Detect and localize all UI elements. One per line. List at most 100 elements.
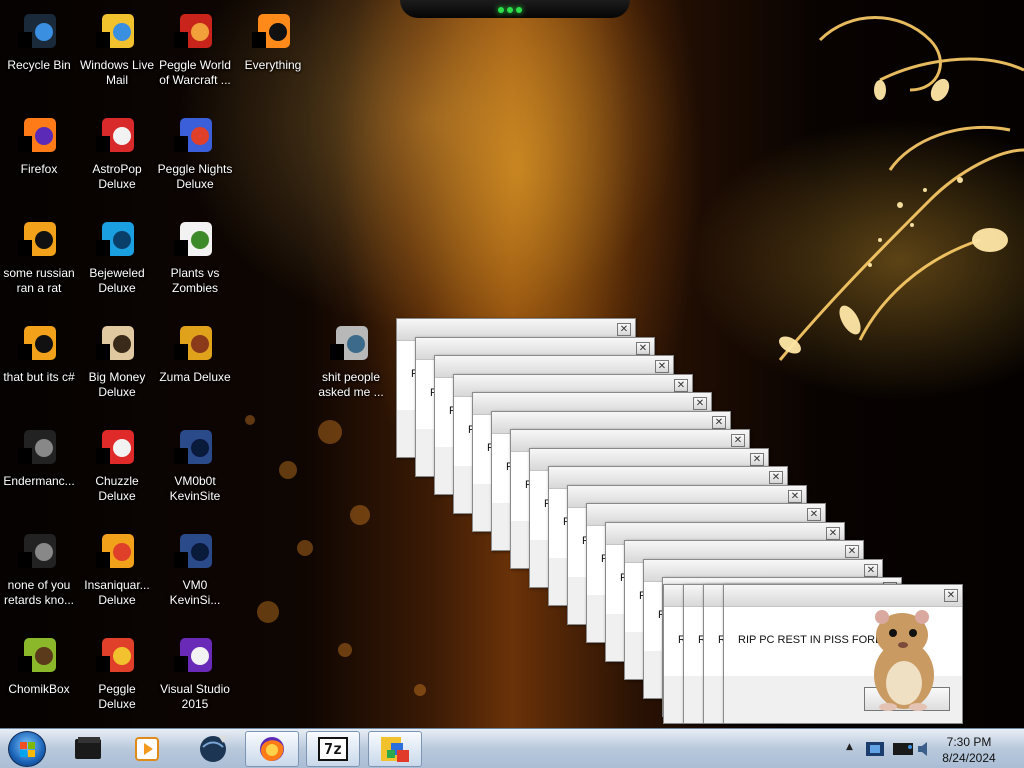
- top-notch-decoration: [400, 0, 630, 18]
- dialog-close-button[interactable]: ✕: [731, 434, 745, 447]
- dialog-close-button[interactable]: ✕: [674, 379, 688, 392]
- desktop-icon-label: Plants vs Zombies: [170, 266, 220, 295]
- desktop-icon[interactable]: Peggle Deluxe: [78, 628, 156, 712]
- desktop-icon-label: Peggle Deluxe: [98, 682, 136, 711]
- astropop-icon: [96, 118, 134, 152]
- taskbar-file-manager[interactable]: [62, 731, 116, 767]
- desktop-icon-label: some russian ran a rat: [3, 266, 75, 295]
- application-icon: [18, 534, 56, 568]
- desktop-icon-label: shit people asked me ...: [318, 370, 384, 399]
- desktop-icon-label: AstroPop Deluxe: [92, 162, 142, 191]
- desktop-icon[interactable]: shit people asked me ...: [312, 316, 390, 400]
- desktop-icon-label: Recycle Bin: [7, 58, 71, 72]
- windows-live-mail-icon: [96, 14, 134, 48]
- desktop-icon[interactable]: Windows Live Mail: [78, 4, 156, 88]
- desktop-icon[interactable]: none of you retards kno...: [0, 524, 78, 608]
- notch-light: [516, 7, 522, 13]
- desktop-icon-label: none of you retards kno...: [3, 578, 75, 607]
- insaniquarium-icon: [96, 534, 134, 568]
- desktop-icon[interactable]: Plants vs Zombies: [156, 212, 234, 296]
- folder-icon: [330, 326, 368, 360]
- desktop-icon[interactable]: Firefox: [0, 108, 78, 177]
- desktop-icon-label: Visual Studio 2015: [160, 682, 230, 711]
- desktop-icon-label: Insaniquar... Deluxe: [84, 578, 150, 607]
- desktop-icon[interactable]: VM0b0t KevinSite: [156, 420, 234, 504]
- dialog-close-button[interactable]: ✕: [944, 589, 958, 602]
- start-button[interactable]: [8, 731, 46, 767]
- peggle-nights-icon: [174, 118, 212, 152]
- shortcut-icon: [18, 326, 56, 360]
- dialog-close-button[interactable]: ✕: [712, 416, 726, 429]
- desktop-icon[interactable]: Insaniquar... Deluxe: [78, 524, 156, 608]
- taskbar-globe[interactable]: [186, 731, 240, 767]
- system-tray: ▲ 7:30 PM 8/24/2024: [840, 729, 1024, 768]
- file-manager-icon: [75, 737, 101, 759]
- desktop-icon-label: Windows Live Mail: [79, 58, 155, 87]
- chomikbox-icon: [18, 638, 56, 672]
- dialog-close-button[interactable]: ✕: [807, 508, 821, 521]
- clock[interactable]: 7:30 PM 8/24/2024: [932, 734, 1006, 766]
- desktop-icon[interactable]: Recycle Bin: [0, 4, 78, 73]
- desktop-icon[interactable]: Peggle World of Warcraft ...: [156, 4, 234, 88]
- dialog-close-button[interactable]: ✕: [655, 360, 669, 373]
- desktop-icon[interactable]: Zuma Deluxe: [156, 316, 234, 385]
- desktop-icon-label: Zuma Deluxe: [159, 370, 231, 384]
- desktop-icon[interactable]: Everything: [234, 4, 312, 73]
- taskbar-7zip[interactable]: 7z: [306, 731, 360, 767]
- desktop-icon-label: Big Money Deluxe: [88, 370, 146, 399]
- peggle-wow-icon: [174, 14, 212, 48]
- taskbar-media-player[interactable]: [120, 731, 174, 767]
- dialog-close-button[interactable]: ✕: [845, 545, 859, 558]
- desktop-icon-label: VM0b0t KevinSite: [169, 474, 221, 503]
- desktop-icon-label: Peggle Nights Deluxe: [157, 162, 233, 191]
- firefox-icon: [18, 118, 56, 152]
- vm-icon: [174, 534, 212, 568]
- desktop-icon[interactable]: Chuzzle Deluxe: [78, 420, 156, 504]
- dialog-close-button[interactable]: ✕: [769, 471, 783, 484]
- taskbar-app[interactable]: [368, 731, 422, 767]
- desktop-icon[interactable]: Endermanc...: [0, 420, 78, 489]
- everything-search-icon: [252, 14, 290, 48]
- desktop-icon-label: Peggle World of Warcraft ...: [159, 58, 231, 87]
- windows-logo-icon: [20, 742, 35, 757]
- 7zip-icon: 7z: [318, 737, 348, 761]
- desktop-icon[interactable]: that but its c#: [0, 316, 78, 385]
- firefox-icon: [260, 737, 284, 761]
- desktop-icon[interactable]: Bejeweled Deluxe: [78, 212, 156, 296]
- network-icon[interactable]: [864, 738, 890, 760]
- device-icon[interactable]: [890, 738, 916, 760]
- desktop-icon[interactable]: Big Money Deluxe: [78, 316, 156, 400]
- desktop-icon-label: VM0 KevinSi...: [169, 578, 221, 607]
- taskbar-firefox[interactable]: [245, 731, 299, 767]
- dialog-close-button[interactable]: ✕: [788, 490, 802, 503]
- hamster-image: [874, 610, 934, 711]
- bejeweled-icon: [96, 222, 134, 256]
- desktop-icon[interactable]: Visual Studio 2015: [156, 628, 234, 712]
- desktop-icon[interactable]: AstroPop Deluxe: [78, 108, 156, 192]
- show-hidden-icons-button[interactable]: ▲: [846, 742, 853, 752]
- visual-studio-icon: [174, 638, 212, 672]
- desktop-icon[interactable]: ChomikBox: [0, 628, 78, 697]
- message-dialog[interactable]: ✕ RIP PC REST IN PISS FOREVER: [723, 584, 963, 724]
- desktop-icon[interactable]: VM0 KevinSi...: [156, 524, 234, 608]
- taskbar: 7z ▲ 7:30 PM 8/24/2024: [0, 728, 1024, 768]
- desktop-icon[interactable]: some russian ran a rat: [0, 212, 78, 296]
- desktop-icon-label: Firefox: [20, 162, 58, 176]
- dialog-close-button[interactable]: ✕: [864, 564, 878, 577]
- notch-light: [507, 7, 513, 13]
- desktop-icon-label: Everything: [244, 58, 302, 72]
- dialog-close-button[interactable]: ✕: [826, 527, 840, 540]
- big-money-icon: [96, 326, 134, 360]
- clock-date: 8/24/2024: [942, 751, 996, 765]
- shortcut-icon: [18, 222, 56, 256]
- dialog-close-button[interactable]: ✕: [693, 397, 707, 410]
- dialog-close-button[interactable]: ✕: [636, 342, 650, 355]
- vm-icon: [174, 430, 212, 464]
- dialog-close-button[interactable]: ✕: [750, 453, 764, 466]
- desktop-icon-label: Chuzzle Deluxe: [95, 474, 139, 503]
- chuzzle-icon: [96, 430, 134, 464]
- desktop-icon-label: ChomikBox: [8, 682, 70, 696]
- desktop-icon[interactable]: Peggle Nights Deluxe: [156, 108, 234, 192]
- dialog-close-button[interactable]: ✕: [617, 323, 631, 336]
- recycle-bin-icon: [18, 14, 56, 48]
